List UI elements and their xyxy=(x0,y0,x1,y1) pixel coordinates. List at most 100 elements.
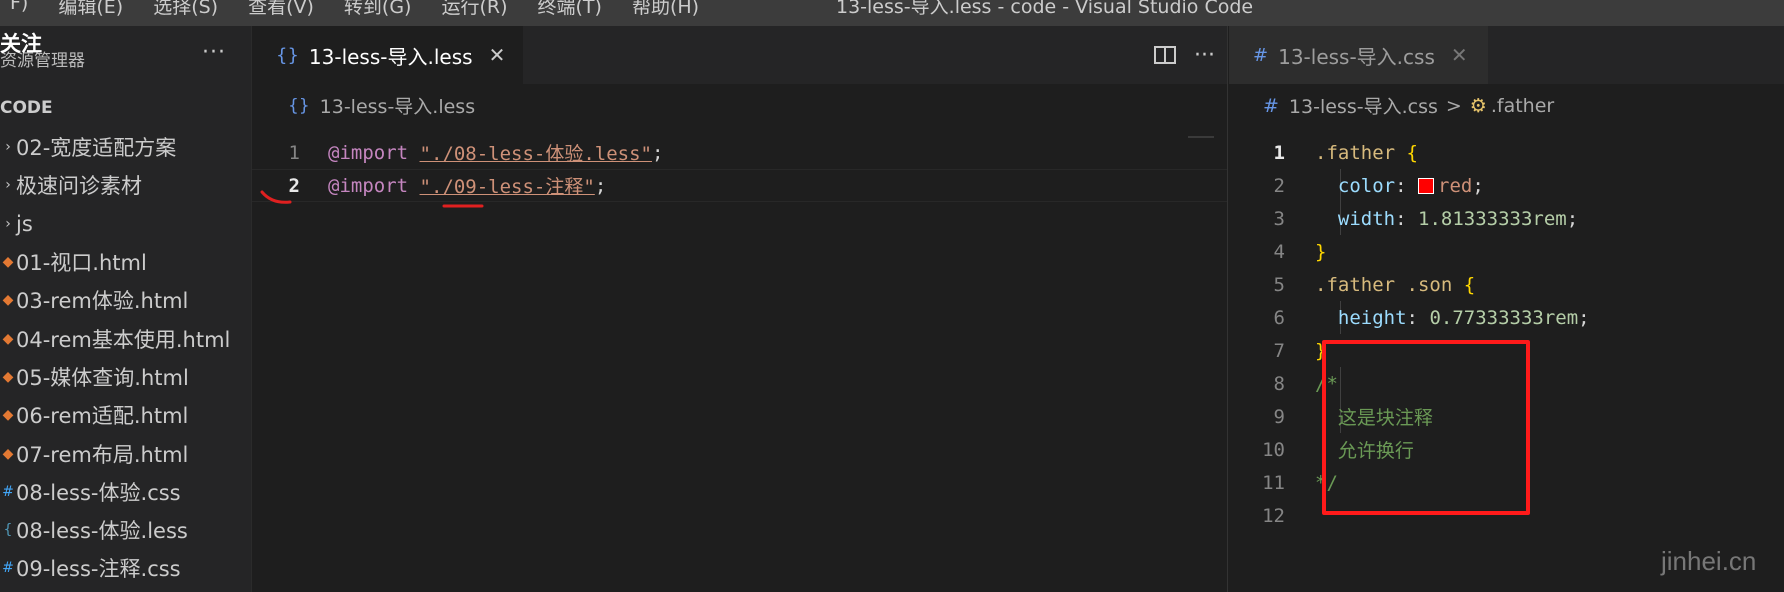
explorer-sidebar: 资源管理器 关注 ··· CODE › 02-宽度适配方案 › 极速问诊素材 › js… xyxy=(0,26,252,592)
breadcrumb-symbol[interactable]: .father xyxy=(1491,95,1554,117)
line-numbers-right: 1 2 3 4 5 6 7 8 9 10 11 12 xyxy=(1229,136,1285,532)
line-number-active: 1 xyxy=(1273,141,1285,164)
tree-item-file[interactable]: ◆ 03-rem体验.html xyxy=(0,281,252,319)
close-icon[interactable]: ✕ xyxy=(489,43,506,67)
less-file-icon: { xyxy=(3,522,13,539)
chevron-right-icon: › xyxy=(5,177,11,194)
annotation-highlight-box xyxy=(1322,340,1530,515)
menu-edit[interactable]: 编辑(E) xyxy=(48,0,143,19)
line-number: 1 xyxy=(288,141,300,164)
breadcrumb-file[interactable]: 13-less-导入.less xyxy=(320,92,475,119)
line-number: 10 xyxy=(1262,438,1285,461)
line-number: 7 xyxy=(1273,339,1285,362)
tree-item-folder[interactable]: › js xyxy=(0,205,252,243)
menu-terminal[interactable]: 终端(T) xyxy=(528,0,622,19)
menu-help[interactable]: 帮助(H) xyxy=(622,0,719,19)
at-import-keyword: @import xyxy=(328,141,409,164)
html-file-icon: ◆ xyxy=(2,330,14,347)
explorer-more-icon[interactable]: ··· xyxy=(202,40,226,65)
menu-go[interactable]: 转到(G) xyxy=(334,0,432,19)
line-number: 3 xyxy=(1273,207,1285,230)
html-file-icon: ◆ xyxy=(2,292,14,309)
css-value: red xyxy=(1438,174,1473,197)
tree-item-folder[interactable]: › 极速问诊素材 xyxy=(0,166,252,204)
close-icon[interactable]: ✕ xyxy=(1451,43,1468,67)
annotation-underline-mark xyxy=(260,190,292,204)
menu-view[interactable]: 查看(V) xyxy=(238,0,334,19)
tree-item-label: js xyxy=(16,211,33,236)
tree-item-file[interactable]: #09-less-注释.css xyxy=(0,549,252,587)
open-brace: { xyxy=(1463,273,1476,296)
code-line: width: 1.81333333rem; xyxy=(1315,202,1590,235)
code-line: height: 0.77333333rem; xyxy=(1315,301,1590,334)
line-number: 9 xyxy=(1273,405,1285,428)
tree-item-file[interactable]: ◆ 01-视口.html xyxy=(0,243,252,281)
tree-item-file[interactable]: ◆ 05-媒体查询.html xyxy=(0,358,252,396)
breadcrumb-file[interactable]: 13-less-导入.css xyxy=(1289,92,1438,119)
tree-item-file[interactable]: ◆ 07-rem布局.html xyxy=(0,434,252,472)
line-number: 5 xyxy=(1273,273,1285,296)
tree-item-label: 08-less-体验.css xyxy=(16,480,181,505)
breadcrumb-right: # 13-less-导入.css > ⚙ .father xyxy=(1263,92,1554,119)
semicolon: ; xyxy=(1578,306,1590,329)
tree-item-label: 04-rem基本使用.html xyxy=(16,327,231,352)
menu-bar: F) 编辑(E) 选择(S) 查看(V) 转到(G) 运行(R) 终端(T) 帮… xyxy=(0,0,719,19)
css-selector: .father xyxy=(1315,141,1396,164)
css-file-icon: # xyxy=(1253,44,1269,66)
workspace-section-title[interactable]: CODE xyxy=(0,98,53,118)
code-line: .father .son { xyxy=(1315,268,1590,301)
semicolon: ; xyxy=(594,174,607,197)
colon: : xyxy=(1395,207,1407,230)
tree-item-label: 02-宽度适配方案 xyxy=(16,136,177,161)
line-number: 4 xyxy=(1273,240,1285,263)
breadcrumb-separator: > xyxy=(1445,94,1462,117)
colon: : xyxy=(1406,306,1418,329)
chevron-right-icon: › xyxy=(5,139,11,156)
split-editor-icon[interactable] xyxy=(1154,46,1177,64)
css-value: 0.77333333rem xyxy=(1429,306,1579,329)
tree-item-file[interactable]: #08-less-体验.css xyxy=(0,473,252,511)
tree-item-file[interactable]: {08-less-体验.less xyxy=(0,511,252,549)
less-file-icon: {} xyxy=(276,44,299,66)
menu-selection[interactable]: 选择(S) xyxy=(143,0,238,19)
tab-13-less-import[interactable]: {} 13-less-导入.less ✕ xyxy=(252,26,524,84)
tab-bar: {} 13-less-导入.less ✕ ··· xyxy=(252,26,1227,84)
import-path-string: "./08-less-体验.less" xyxy=(419,143,652,165)
code-line: color: red; xyxy=(1315,169,1590,202)
tree-item-label: 06-rem适配.html xyxy=(16,404,189,429)
tree-item-label: 08-less-体验.less xyxy=(16,519,188,544)
semicolon: ; xyxy=(1472,174,1484,197)
tab-13-less-import-css[interactable]: # 13-less-导入.css ✕ xyxy=(1229,26,1488,84)
tab-label: 13-less-导入.css xyxy=(1278,44,1435,69)
more-actions-icon[interactable]: ··· xyxy=(1194,43,1215,68)
open-brace: { xyxy=(1406,141,1418,164)
minimap-slider[interactable] xyxy=(1188,136,1214,162)
breadcrumb: {} 13-less-导入.less xyxy=(288,92,475,119)
html-file-icon: ◆ xyxy=(2,407,14,424)
tab-label: 13-less-导入.less xyxy=(308,44,473,69)
menu-run[interactable]: 运行(R) xyxy=(431,0,527,19)
line-number: 2 xyxy=(1273,174,1285,197)
line-number: 12 xyxy=(1262,504,1285,527)
color-swatch-icon[interactable] xyxy=(1418,177,1434,194)
css-property: height xyxy=(1337,306,1407,329)
tree-item-label: 09-less-注释.css xyxy=(16,557,181,582)
follow-overlay: 关注 xyxy=(0,32,42,56)
html-file-icon: ◆ xyxy=(2,445,14,462)
symbol-class-icon: ⚙ xyxy=(1469,94,1487,117)
annotation-marks xyxy=(260,190,484,208)
css-selector: .father .son xyxy=(1315,273,1453,296)
code-line: .father { xyxy=(1315,136,1590,169)
tree-item-label: 03-rem体验.html xyxy=(16,289,189,314)
close-brace: } xyxy=(1315,240,1327,263)
menu-file[interactable]: F) xyxy=(0,0,48,19)
code-line: } xyxy=(1315,235,1590,268)
tree-item-folder[interactable]: › 02-宽度适配方案 xyxy=(0,128,252,166)
tree-item-file[interactable]: ◆ 04-rem基本使用.html xyxy=(0,319,252,357)
tree-item-label: 07-rem布局.html xyxy=(16,442,189,467)
html-file-icon: ◆ xyxy=(2,368,14,385)
css-property: color xyxy=(1337,174,1396,197)
editor-actions: ··· xyxy=(1154,26,1215,84)
window-title: 13-less-导入.less - code - Visual Studio C… xyxy=(836,0,1254,18)
tree-item-file[interactable]: ◆ 06-rem适配.html xyxy=(0,396,252,434)
